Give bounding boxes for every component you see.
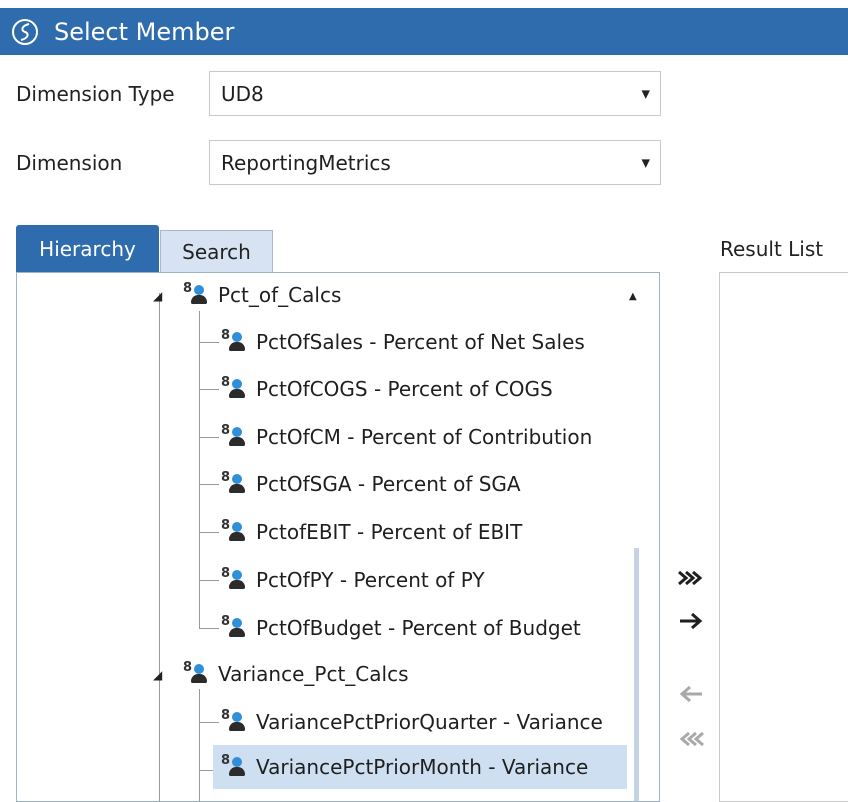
tree-node-label: PctOfCOGS - Percent of COGS [256,377,553,401]
tree-node-label: PctOfSales - Percent of Net Sales [256,330,585,354]
tree-connector [199,532,219,533]
member-icon: 8 [221,566,251,591]
dimension-type-value: UD8 [221,81,264,106]
tree-connector [159,293,160,801]
remove-button[interactable] [674,679,708,709]
title-bar: Select Member [0,8,848,55]
scrollbar-thumb[interactable] [634,548,639,801]
tree-connector [199,389,219,390]
tree-node-label: VariancePctPriorQuarter - Variance [256,710,603,734]
add-all-button[interactable] [674,563,708,593]
add-button[interactable] [674,606,708,636]
tree-connector [199,689,200,801]
chevron-down-icon: ▼ [641,156,650,169]
tree-node-label: PctOfSGA - Percent of SGA [256,472,521,496]
member-icon: 8 [221,328,251,353]
member-icon: 8 [221,753,251,778]
collapse-triangle-icon[interactable]: ◢ [153,289,162,303]
tree-connector [199,628,219,629]
tree-node[interactable]: 8 PctOfCM - Percent of Contribution [221,415,592,459]
tree-node-group[interactable]: 8 Variance_Pct_Calcs [183,652,409,696]
tree-node[interactable]: 8 VariancePctPriorQuarter - Variance [221,700,603,744]
hierarchy-tree[interactable]: ◢ 8 Pct_of_Calcs ▲ 8 PctOfSales - Percen… [16,272,660,802]
dimension-label: Dimension [16,151,123,175]
tree-node-label: PctOfCM - Percent of Contribution [256,425,593,449]
window-title: Select Member [54,17,235,46]
arrow-right-icon [680,612,703,630]
dimension-type-label: Dimension Type [16,82,175,106]
collapse-triangle-icon[interactable]: ◢ [153,668,162,682]
tree-node-label: PctOfBudget - Percent of Budget [256,616,581,640]
tree-node-label: Pct_of_Calcs [218,283,342,307]
tree-node[interactable]: 8 PctOfBudget - Percent of Budget [221,606,581,650]
member-icon: 8 [221,375,251,400]
member-icon: 8 [221,470,251,495]
dimension-type-select[interactable]: UD8 ▼ [209,71,661,116]
tree-node[interactable]: 8 PctOfPY - Percent of PY [221,558,485,602]
result-list-label: Result List [720,237,824,261]
scroll-up-icon[interactable]: ▲ [629,291,637,302]
tree-connector [199,342,219,343]
double-arrow-right-icon [678,570,703,586]
member-icon: 8 [221,518,251,543]
double-arrow-left-icon [679,731,704,747]
tree-node-label: Variance_Pct_Calcs [218,662,409,686]
member-icon: 8 [183,660,213,685]
tree-node-label: PctofEBIT - Percent of EBIT [256,520,523,544]
tree-connector [199,437,219,438]
dimension-value: ReportingMetrics [221,150,391,175]
tree-connector [199,484,219,485]
remove-all-button[interactable] [674,724,708,754]
tree-node[interactable]: 8 PctOfSGA - Percent of SGA [221,462,521,506]
member-icon: 8 [183,281,213,306]
tree-node[interactable]: 8 PctOfCOGS - Percent of COGS [221,367,553,411]
tree-node-label: VariancePctPriorMonth - Variance [256,755,589,779]
tab-search[interactable]: Search [160,230,273,272]
tree-connector [199,580,219,581]
tree-node[interactable]: 8 PctofEBIT - Percent of EBIT [221,510,522,554]
result-list[interactable] [719,272,848,802]
dimension-select[interactable]: ReportingMetrics ▼ [209,140,661,185]
tree-node-selected[interactable]: 8 VariancePctPriorMonth - Variance [213,745,627,789]
member-icon: 8 [221,614,251,639]
member-icon: 8 [221,423,251,448]
member-icon: 8 [221,708,251,733]
app-logo-icon [0,8,50,55]
tree-node[interactable]: 8 PctOfSales - Percent of Net Sales [221,320,585,364]
tab-hierarchy[interactable]: Hierarchy [16,225,159,272]
tree-connector [199,722,219,723]
tree-node-label: PctOfPY - Percent of PY [256,568,485,592]
arrow-left-icon [679,685,702,703]
chevron-down-icon: ▼ [641,87,650,100]
tree-node-group[interactable]: 8 Pct_of_Calcs [183,273,341,317]
